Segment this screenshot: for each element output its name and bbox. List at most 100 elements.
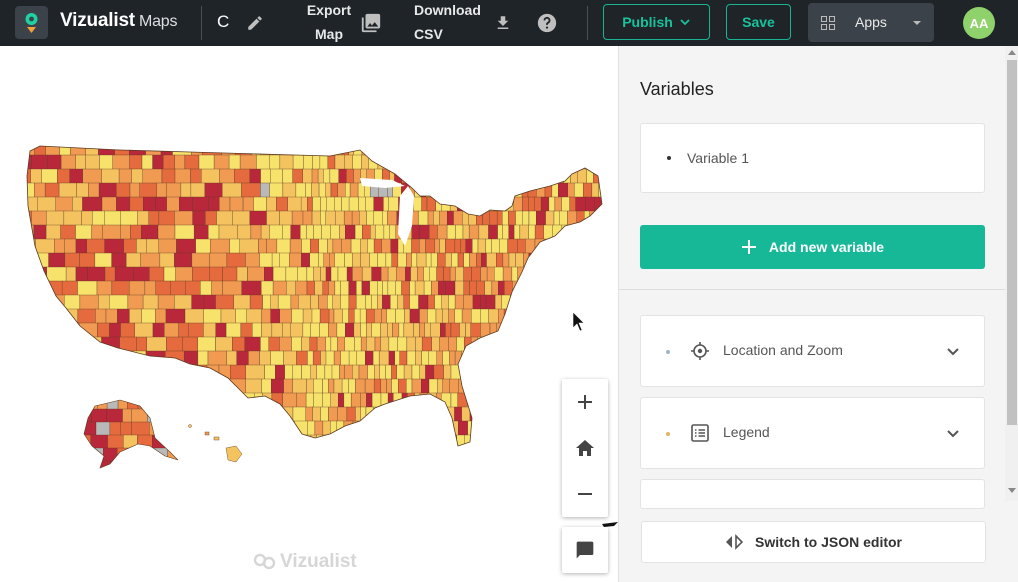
county[interactable]: [497, 392, 505, 408]
county[interactable]: [366, 392, 373, 408]
county[interactable]: [282, 182, 297, 198]
county[interactable]: [501, 378, 512, 394]
county[interactable]: [428, 350, 437, 366]
county[interactable]: [530, 392, 539, 408]
county[interactable]: [485, 238, 492, 254]
county[interactable]: [55, 196, 73, 212]
county[interactable]: [464, 182, 475, 198]
county[interactable]: [450, 392, 458, 408]
county[interactable]: [372, 350, 380, 366]
county[interactable]: [561, 280, 572, 296]
county[interactable]: [235, 308, 247, 324]
county[interactable]: [370, 224, 376, 240]
county[interactable]: [39, 449, 56, 463]
county[interactable]: [292, 378, 307, 394]
county[interactable]: [439, 210, 448, 226]
county[interactable]: [465, 322, 471, 338]
county[interactable]: [544, 141, 551, 156]
county[interactable]: [148, 396, 162, 410]
county[interactable]: [98, 182, 117, 198]
county[interactable]: [203, 294, 216, 310]
county[interactable]: [80, 396, 98, 410]
county[interactable]: [461, 308, 472, 324]
county[interactable]: [373, 238, 382, 254]
county[interactable]: [268, 336, 280, 352]
county[interactable]: [445, 406, 455, 422]
county[interactable]: [511, 266, 518, 282]
county[interactable]: [117, 447, 135, 462]
county[interactable]: [35, 238, 55, 254]
county[interactable]: [377, 280, 383, 296]
county[interactable]: [542, 420, 551, 436]
county[interactable]: [410, 266, 418, 282]
county[interactable]: [137, 210, 149, 226]
county[interactable]: [442, 378, 450, 394]
county[interactable]: [523, 434, 534, 449]
county[interactable]: [63, 210, 82, 226]
county[interactable]: [513, 224, 520, 240]
county[interactable]: [460, 238, 466, 254]
county[interactable]: [583, 182, 592, 198]
county[interactable]: [558, 308, 567, 324]
county[interactable]: [415, 336, 423, 352]
county[interactable]: [215, 378, 228, 394]
county[interactable]: [374, 308, 382, 324]
county[interactable]: [241, 280, 262, 296]
county[interactable]: [537, 449, 547, 463]
county[interactable]: [377, 252, 387, 268]
county[interactable]: [529, 406, 540, 422]
county[interactable]: [306, 224, 314, 240]
county[interactable]: [493, 420, 503, 436]
county[interactable]: [412, 154, 420, 170]
county[interactable]: [77, 280, 98, 296]
county[interactable]: [473, 196, 480, 212]
county[interactable]: [129, 182, 140, 198]
county[interactable]: [131, 408, 148, 423]
county[interactable]: [264, 364, 276, 380]
county[interactable]: [20, 434, 34, 449]
county[interactable]: [211, 280, 223, 296]
county[interactable]: [258, 238, 267, 254]
county[interactable]: [54, 378, 69, 394]
county[interactable]: [286, 280, 296, 296]
county[interactable]: [371, 266, 382, 282]
county[interactable]: [439, 154, 446, 170]
county[interactable]: [427, 434, 435, 449]
county[interactable]: [136, 238, 147, 254]
county[interactable]: [336, 434, 342, 449]
county[interactable]: [362, 224, 371, 240]
county[interactable]: [533, 378, 541, 394]
county[interactable]: [380, 378, 387, 394]
county[interactable]: [414, 182, 421, 198]
county[interactable]: [319, 308, 330, 324]
county[interactable]: [536, 210, 546, 226]
county[interactable]: [333, 308, 343, 324]
county[interactable]: [20, 141, 35, 156]
county[interactable]: [437, 224, 448, 240]
county[interactable]: [272, 280, 287, 296]
county[interactable]: [552, 238, 562, 254]
county[interactable]: [503, 449, 512, 463]
county[interactable]: [570, 252, 577, 268]
county[interactable]: [398, 154, 407, 170]
county[interactable]: [330, 224, 340, 240]
county[interactable]: [325, 210, 336, 226]
county[interactable]: [522, 364, 531, 380]
county[interactable]: [399, 406, 407, 422]
county[interactable]: [341, 238, 352, 254]
county[interactable]: [568, 238, 574, 254]
county[interactable]: [149, 421, 160, 436]
county[interactable]: [422, 434, 428, 449]
county[interactable]: [388, 336, 398, 352]
county[interactable]: [314, 280, 323, 296]
county[interactable]: [205, 210, 217, 226]
county[interactable]: [522, 294, 533, 310]
county[interactable]: [176, 434, 192, 449]
county[interactable]: [445, 322, 452, 338]
county[interactable]: [109, 322, 121, 338]
county[interactable]: [118, 168, 132, 184]
county[interactable]: [93, 460, 111, 474]
county[interactable]: [396, 266, 406, 282]
county[interactable]: [595, 210, 602, 226]
zoom-in-button[interactable]: [562, 379, 608, 425]
